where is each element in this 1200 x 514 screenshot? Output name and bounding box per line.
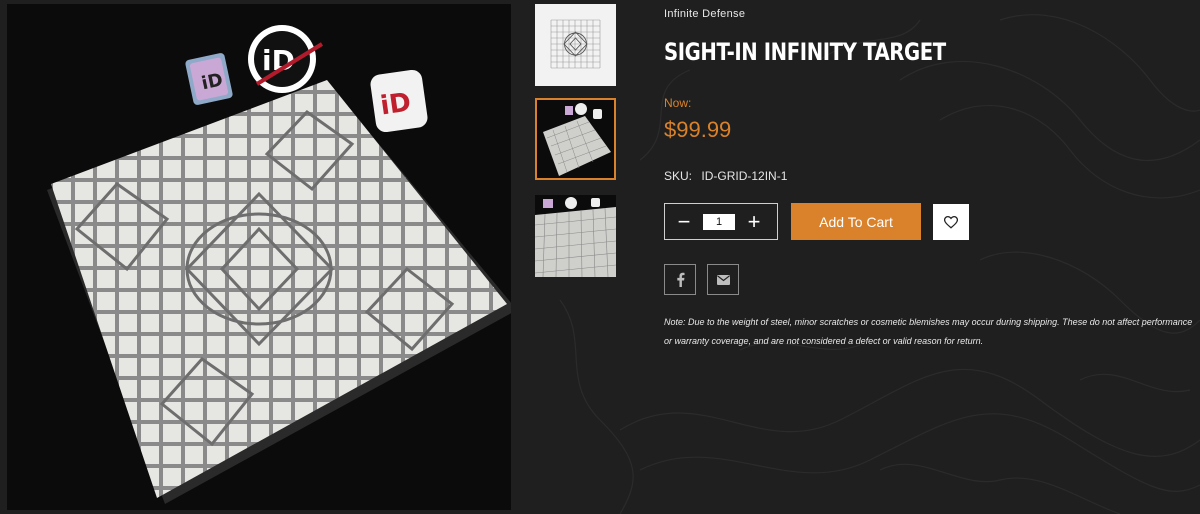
thumbnail-target-front[interactable] (535, 4, 616, 86)
sku-label: SKU: (664, 169, 693, 183)
main-product-image[interactable]: iD iD iD (7, 4, 511, 510)
svg-text:iD: iD (200, 69, 225, 94)
share-facebook-button[interactable] (664, 264, 696, 295)
target-front-image (535, 4, 616, 86)
shipping-note: Note: Due to the weight of steel, minor … (664, 317, 1193, 346)
grid-target-photo: iD iD iD (7, 4, 511, 510)
share-email-button[interactable] (707, 264, 739, 295)
heart-icon (944, 215, 958, 229)
svg-text:iD: iD (379, 88, 413, 122)
email-icon (716, 274, 730, 285)
quantity-decrement-button[interactable]: − (665, 204, 703, 239)
thumbnail-target-angle[interactable] (535, 195, 616, 277)
product-title: SIGHT-IN INFINITY TARGET (664, 38, 946, 66)
quantity-increment-button[interactable]: + (735, 204, 773, 239)
wishlist-button[interactable] (933, 204, 969, 240)
quantity-stepper: − + (664, 203, 778, 240)
add-to-cart-button[interactable]: Add To Cart (791, 203, 921, 240)
sticker-red: iD (370, 69, 428, 133)
facebook-icon (676, 272, 685, 287)
target-angle-image (535, 195, 616, 277)
target-stickers-image (537, 100, 614, 178)
product-price: $99.99 (664, 117, 732, 142)
price-label: Now: (664, 96, 692, 110)
quantity-input[interactable] (703, 213, 735, 230)
brand-name[interactable]: Infinite Defense (664, 8, 745, 20)
sku-value: ID-GRID-12IN-1 (701, 169, 788, 183)
sku-row: SKU: ID-GRID-12IN-1 (664, 169, 787, 183)
thumbnail-target-stickers[interactable] (535, 98, 616, 180)
